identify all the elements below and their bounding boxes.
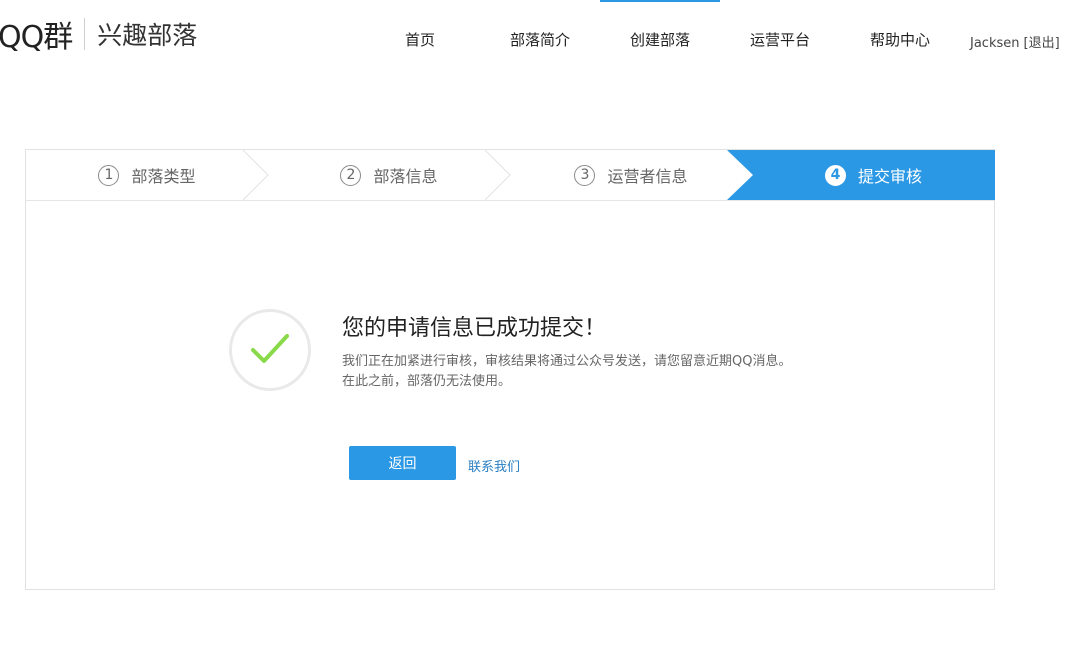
back-button[interactable]: 返回 [349,446,456,480]
step-tribe-type: 1 部落类型 [26,150,268,200]
success-description: 我们正在加紧进行审核，审核结果将通过公众号发送，请您留意近期QQ消息。 在此之前… [342,352,802,392]
nav-help-center-label: 帮助中心 [869,31,930,49]
nav-home-label: 首页 [404,31,435,49]
create-tribe-panel: 1 部落类型 2 部落信息 3 运营者信息 4 提交审核 您的申请信息已成功提交… [25,149,995,590]
step-label-2: 部落信息 [373,167,438,186]
nav-operation-platform[interactable]: 运营平台 [720,0,840,80]
step-number-4: 4 [824,164,846,186]
step-number-1: 1 [98,164,120,186]
nav-create-tribe-label: 创建部落 [629,31,690,49]
step-submit-review: 4 提交审核 [727,150,995,200]
logout-link[interactable]: [退出] [1024,36,1060,51]
nav-create-tribe[interactable]: 创建部落 [600,0,720,80]
nav-tribe-intro-label: 部落简介 [509,31,570,49]
user-name[interactable]: Jacksen [970,36,1020,51]
nav-tribe-intro[interactable]: 部落简介 [480,0,600,80]
step-label-4: 提交审核 [857,167,922,186]
logo-qq-group: QQ群 [0,20,73,55]
success-title: 您的申请信息已成功提交！ [342,316,607,341]
step-number-3: 3 [574,164,596,186]
nav-operation-platform-label: 运营平台 [749,31,810,49]
step-progress-bar: 1 部落类型 2 部落信息 3 运营者信息 4 提交审核 [26,150,995,201]
main-nav: 首页 部落简介 创建部落 运营平台 帮助中心 [360,0,960,80]
logo-interest-tribe: 兴趣部落 [97,21,198,50]
step-operator-info: 3 运营者信息 [510,150,752,200]
site-header: QQ群 兴趣部落 首页 部落简介 创建部落 运营平台 帮助中心 Jacksen [… [0,0,1085,80]
contact-us-link[interactable]: 联系我们 [468,456,520,475]
success-check-circle [229,309,311,391]
logo-divider [84,18,86,50]
success-desc-line-2: 在此之前，部落仍无法使用。 [342,374,512,389]
nav-home[interactable]: 首页 [360,0,480,80]
success-desc-line-1: 我们正在加紧进行审核，审核结果将通过公众号发送，请您留意近期QQ消息。 [342,354,792,369]
step-label-3: 运营者信息 [607,167,688,186]
logo[interactable]: QQ群 兴趣部落 [0,14,198,55]
checkmark-icon [251,334,289,363]
step-tribe-info: 2 部落信息 [268,150,510,200]
user-info: Jacksen [退出] [970,32,1060,51]
step-number-2: 2 [340,164,362,186]
step-label-1: 部落类型 [131,167,196,186]
nav-help-center[interactable]: 帮助中心 [840,0,960,80]
active-step-arrow-icon [727,150,757,200]
